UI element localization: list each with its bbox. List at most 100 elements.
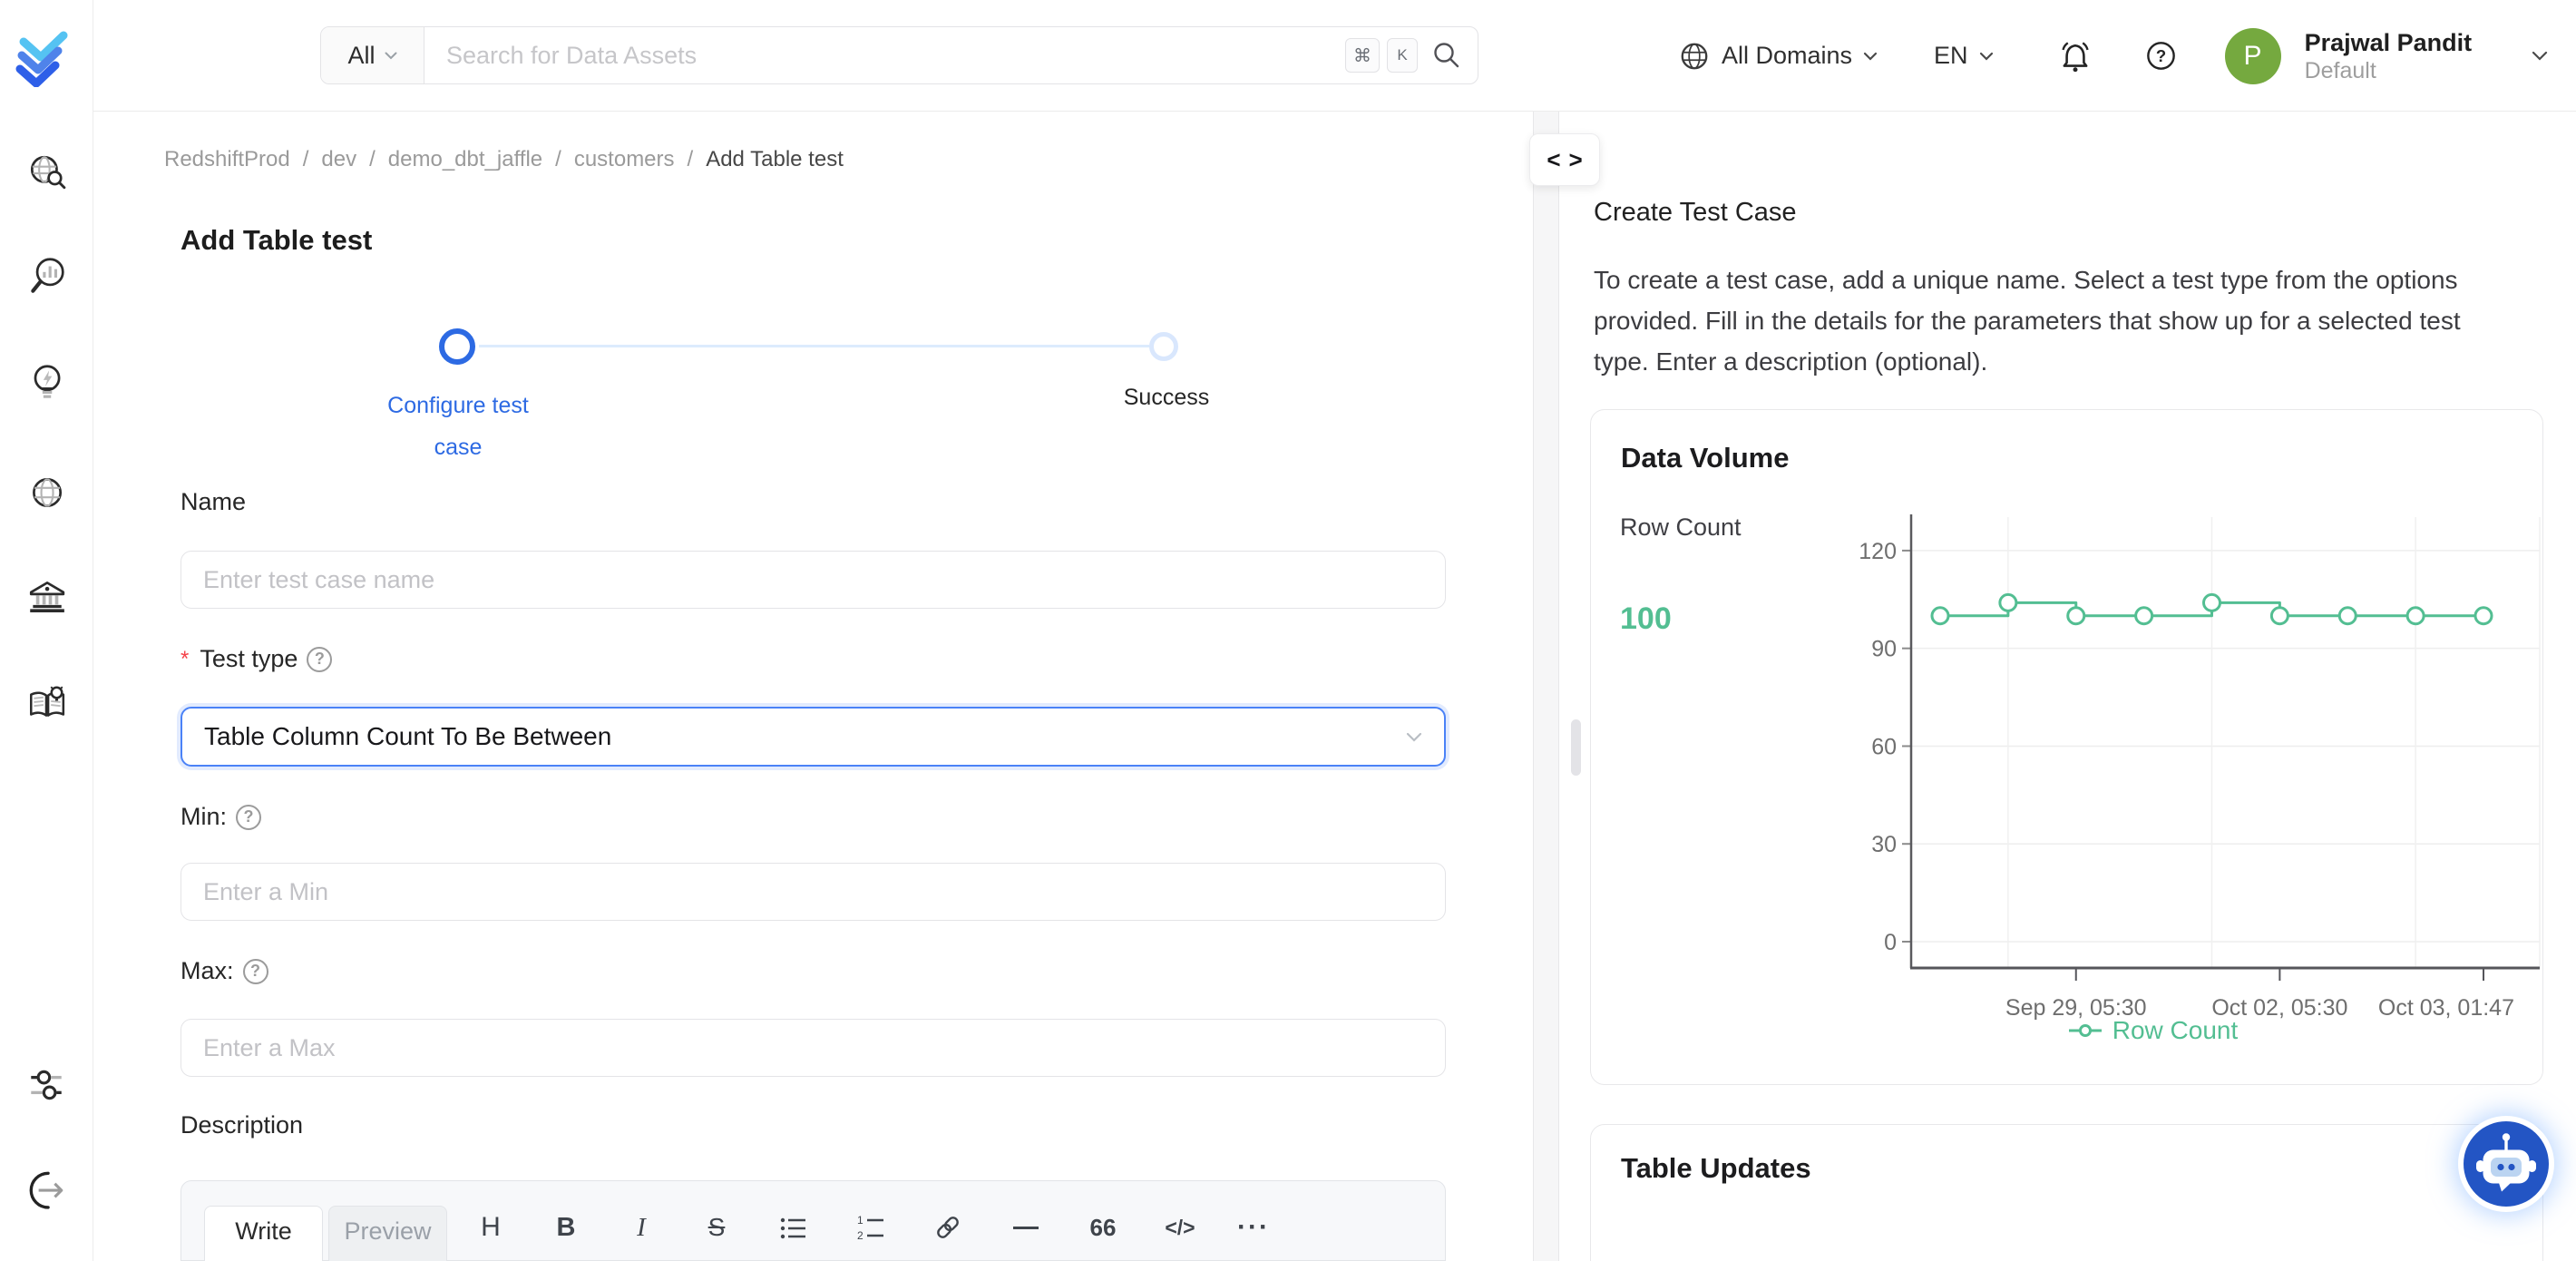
search-scope-label: All [347,41,376,69]
max-label: Max: [181,957,234,984]
question-circle-icon: ? [2146,42,2175,70]
svg-text:1: 1 [857,1214,864,1227]
chevron-down-icon [1979,52,1993,61]
app-logo[interactable] [13,22,71,92]
bank-icon [29,582,65,612]
breadcrumb-current: Add Table test [706,147,844,171]
domains-dropdown[interactable]: All Domains [1678,40,1878,73]
scrollbar-thumb[interactable] [1571,719,1581,776]
sidebar-item-recommendations[interactable] [17,360,75,406]
breadcrumb-item-table[interactable]: customers [574,147,675,172]
svg-text:?: ? [2155,46,2165,65]
globe-search-icon [30,155,66,190]
row-count-metric-label: Row Count [1620,513,1742,541]
data-volume-title: Data Volume [1621,442,1790,474]
editor-tab-write[interactable]: Write [204,1206,323,1261]
language-dropdown[interactable]: EN [1934,42,1994,70]
notifications-button[interactable] [2057,38,2093,74]
svg-text:60: 60 [1871,734,1897,759]
sidebar-item-discover[interactable] [17,150,75,195]
svg-text:Oct 03, 01:47: Oct 03, 01:47 [2378,995,2514,1021]
name-label: Name [181,488,247,515]
kbd-k-badge: K [1387,38,1418,73]
collapse-panel-button[interactable]: < > [1529,133,1600,186]
user-menu-chevron[interactable] [2532,51,2548,61]
angle-brackets-icon: < [1547,145,1561,173]
required-asterisk: * [181,646,190,671]
robot-icon [2476,1133,2536,1192]
legend-line-marker-icon [2068,1024,2102,1037]
language-label: EN [1934,42,1968,69]
min-help-icon[interactable]: ? [236,804,262,830]
breadcrumb-item-database[interactable]: dev [321,147,356,172]
link-icon[interactable] [924,1204,971,1251]
more-icon[interactable]: ··· [1230,1204,1277,1251]
svg-text:30: 30 [1871,832,1897,857]
breadcrumb-item-schema[interactable]: demo_dbt_jaffle [388,147,542,172]
svg-text:90: 90 [1871,637,1897,662]
search-scope-dropdown[interactable]: All [321,27,424,83]
assistant-bot-button[interactable] [2464,1121,2549,1207]
page-title: Add Table test [181,224,373,256]
breadcrumb-separator: / [555,147,561,171]
sidebar-item-governance[interactable] [17,573,75,619]
globe-wire-icon [1681,43,1708,69]
horizontal-rule-icon[interactable] [1002,1204,1049,1251]
max-input[interactable] [181,1019,1446,1077]
quote-icon[interactable]: 66 [1079,1204,1127,1251]
test-type-select[interactable]: Table Column Count To Be Between [181,707,1446,767]
description-label: Description [181,1111,304,1139]
breadcrumb-separator: / [369,147,376,171]
bell-icon [2061,41,2089,72]
code-icon[interactable]: </> [1156,1204,1204,1251]
legend-label: Row Count [2112,1016,2239,1044]
user-info: Prajwal Pandit Default [2305,27,2473,84]
strikethrough-icon[interactable]: S [693,1204,740,1251]
top-navigation-bar: All ⌘ K All Domains EN [93,0,2576,112]
max-help-icon[interactable]: ? [242,958,268,984]
stepper-step-1-label: Configure test case [387,393,529,460]
svg-text:2: 2 [857,1229,864,1242]
sidebar-item-domains[interactable] [17,470,75,515]
chevron-down-icon [2532,51,2548,61]
left-sidebar [0,0,93,1261]
chart-legend[interactable]: Row Count [2008,1016,2298,1045]
help-panel-body: To create a test case, add a unique name… [1594,266,2461,376]
magnifier-chart-icon [31,258,64,293]
avatar-initial: P [2243,40,2262,71]
search-icon[interactable] [1432,41,1461,70]
test-type-help-icon[interactable]: ? [307,646,333,672]
italic-icon[interactable]: I [618,1204,665,1251]
panel-resize-divider[interactable] [1533,112,1559,1261]
globe-icon [33,478,63,507]
test-case-name-input[interactable] [181,551,1446,609]
test-type-label: Test type [200,645,298,672]
svg-text:120: 120 [1859,539,1897,564]
sidebar-item-glossary[interactable] [17,680,75,726]
stepper-step-2-label: Success [1123,385,1210,410]
help-panel-heading: Create Test Case [1594,198,1797,227]
sliders-icon [31,1070,62,1100]
logout-icon [29,1171,63,1209]
search-input[interactable] [424,27,1345,83]
layers-logo-icon [15,31,68,88]
stepper-connector [479,345,1149,347]
chevron-down-icon [385,52,396,59]
bold-icon[interactable]: B [542,1204,590,1251]
sidebar-item-logout[interactable] [17,1166,75,1211]
bullet-list-icon[interactable] [770,1204,817,1251]
sidebar-item-settings[interactable] [17,1062,75,1108]
angle-brackets-icon: > [1568,145,1583,173]
breadcrumb-item-connection[interactable]: RedshiftProd [164,147,290,172]
breadcrumb: RedshiftProd / dev / demo_dbt_jaffle / c… [164,147,844,172]
book-bulb-icon [30,686,65,717]
help-button[interactable]: ? [2144,39,2178,73]
chevron-down-icon [1406,732,1422,742]
numbered-list-icon[interactable]: 12 [847,1204,894,1251]
sidebar-item-insights[interactable] [17,253,75,298]
heading-icon[interactable]: H [467,1204,514,1251]
global-search-bar[interactable]: All ⌘ K [320,26,1478,84]
min-input[interactable] [181,863,1446,921]
editor-tab-preview[interactable]: Preview [328,1206,447,1261]
avatar[interactable]: P [2224,27,2281,84]
